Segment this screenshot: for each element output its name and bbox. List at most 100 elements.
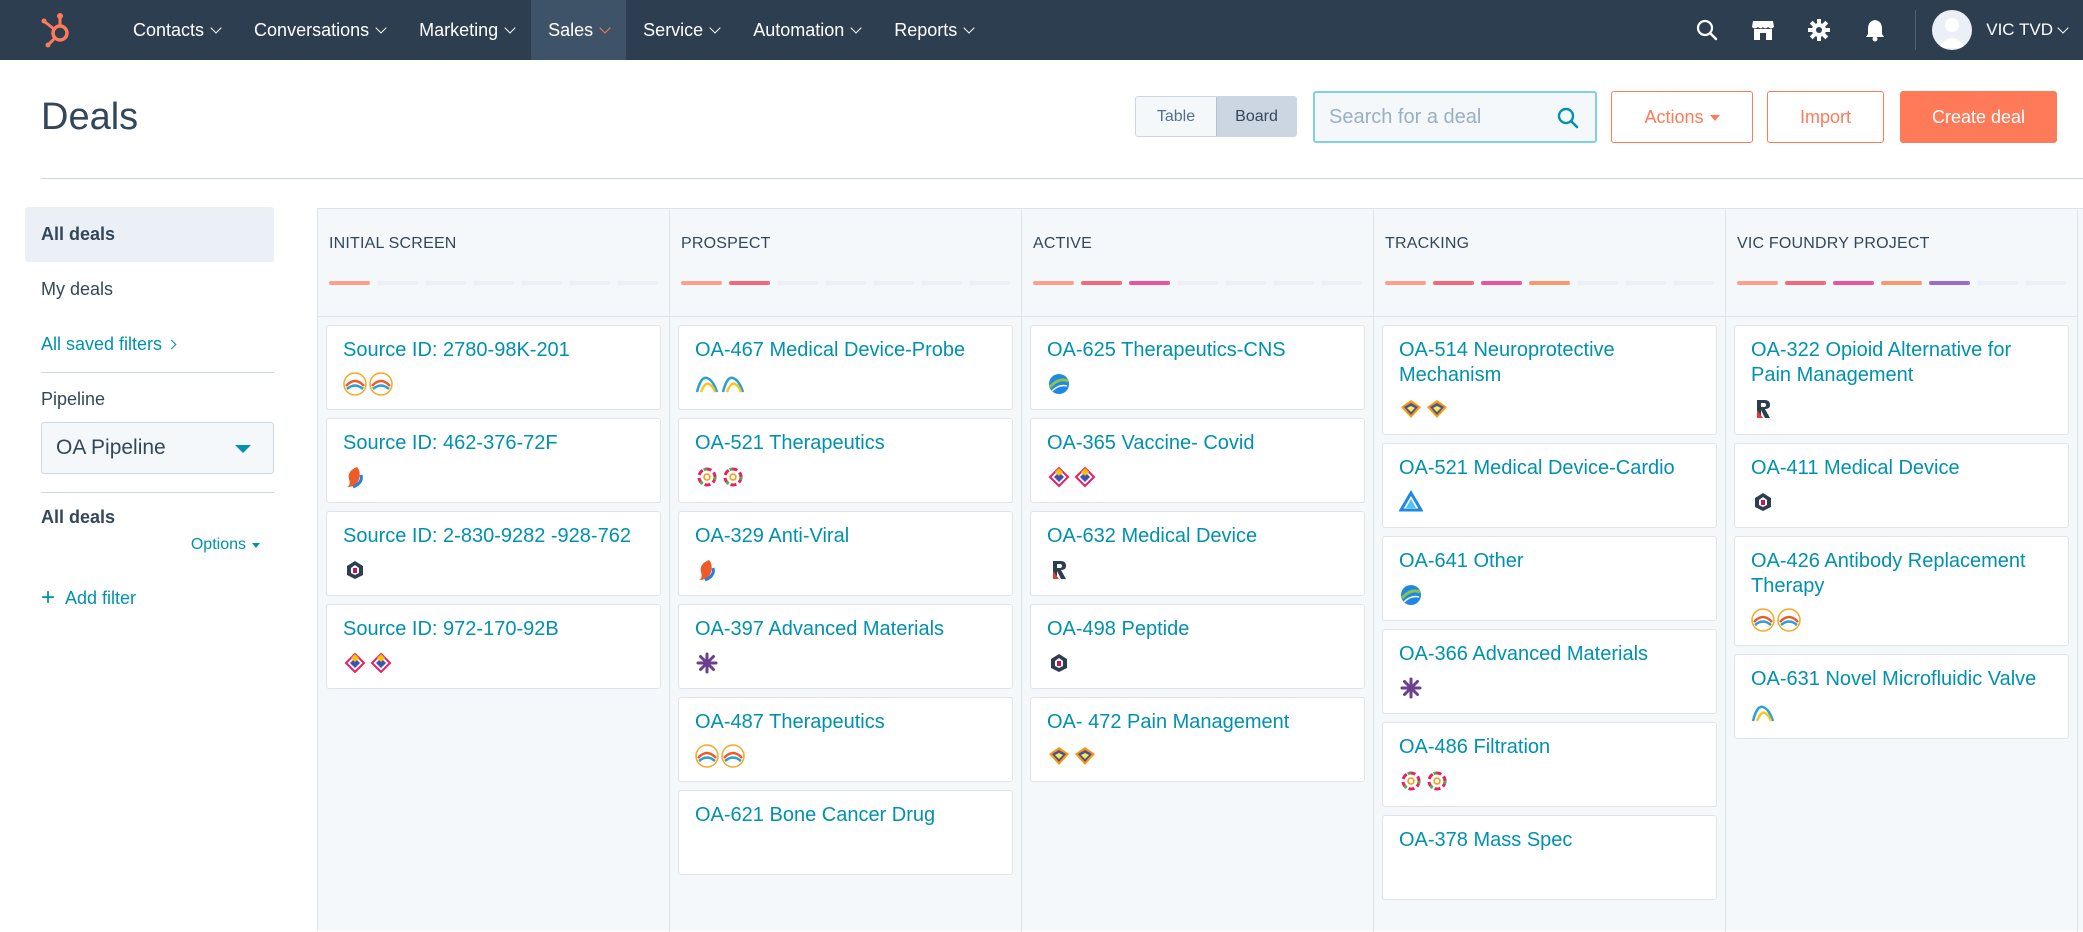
pipeline-select[interactable]: OA Pipeline (41, 422, 274, 474)
hubspot-logo-icon[interactable] (28, 0, 86, 60)
deal-card[interactable]: OA-378 Mass Spec (1382, 815, 1717, 900)
deal-name-link[interactable]: OA-514 Neuroprotective Mechanism (1399, 338, 1700, 388)
avatar[interactable] (1932, 10, 1973, 50)
company-diamond-icon (369, 651, 393, 675)
deal-name-link[interactable]: OA-632 Medical Device (1047, 524, 1348, 549)
company-sun-icon (369, 372, 393, 396)
deal-name-link[interactable]: Source ID: 2780-98K-201 (343, 338, 644, 363)
nav-item-conversations[interactable]: Conversations (237, 0, 402, 60)
deal-name-link[interactable]: Source ID: 462-376-72F (343, 431, 644, 456)
deal-card[interactable]: OA-498 Peptide (1030, 604, 1365, 689)
deal-card[interactable]: Source ID: 2-830-9282 -928-762 (326, 511, 661, 596)
nav-item-contacts[interactable]: Contacts (116, 0, 237, 60)
deal-card[interactable]: OA-467 Medical Device-Probe (678, 325, 1013, 410)
table-view-button[interactable]: Table (1136, 97, 1216, 136)
deal-name-link[interactable]: OA-625 Therapeutics-CNS (1047, 338, 1348, 363)
settings-gear-icon[interactable] (1791, 0, 1847, 60)
deal-card[interactable]: OA-322 Opioid Alternative for Pain Manag… (1734, 325, 2069, 435)
deal-card[interactable]: OA-621 Bone Cancer Drug (678, 790, 1013, 875)
sidebar-item-saved-filters[interactable]: All saved filters (25, 317, 274, 372)
company-diamond-icon (1073, 465, 1097, 489)
deal-card[interactable]: Source ID: 462-376-72F (326, 418, 661, 503)
progress-segment (1625, 281, 1666, 285)
deal-card[interactable]: OA- 472 Pain Management (1030, 697, 1365, 782)
sidebar-item-all-deals[interactable]: All deals (25, 207, 274, 262)
notifications-bell-icon[interactable] (1847, 0, 1903, 60)
sidebar-item-my-deals[interactable]: My deals (25, 262, 274, 317)
company-diamond-icon (1047, 465, 1071, 489)
deal-name-link[interactable]: OA-521 Medical Device-Cardio (1399, 456, 1700, 481)
deal-name-link[interactable]: OA-365 Vaccine- Covid (1047, 431, 1348, 456)
nav-item-marketing[interactable]: Marketing (402, 0, 531, 60)
deal-name-link[interactable]: OA-521 Therapeutics (695, 431, 996, 456)
deal-card[interactable]: OA-329 Anti-Viral (678, 511, 1013, 596)
deal-name-link[interactable]: OA- 472 Pain Management (1047, 710, 1348, 735)
deal-card[interactable]: OA-521 Medical Device-Cardio (1382, 443, 1717, 528)
company-sun-icon (721, 744, 745, 768)
deal-card[interactable]: OA-487 Therapeutics (678, 697, 1013, 782)
card-list: OA-625 Therapeutics-CNS OA-365 Vaccine- C… (1022, 317, 1373, 782)
progress-segment (873, 281, 914, 285)
deal-card[interactable]: OA-411 Medical Device (1734, 443, 2069, 528)
options-dropdown[interactable]: Options (25, 536, 274, 554)
nav-item-service[interactable]: Service (626, 0, 736, 60)
board-column: VIC FOUNDRY PROJECT OA-322 Opioid Alterna… (1726, 209, 2078, 932)
column-title: ACTIVE (1033, 235, 1092, 252)
deal-name-link[interactable]: OA-366 Advanced Materials (1399, 642, 1700, 667)
deal-card[interactable]: OA-521 Therapeutics (678, 418, 1013, 503)
deal-card[interactable]: OA-632 Medical Device (1030, 511, 1365, 596)
deal-card[interactable]: OA-514 Neuroprotective Mechanism (1382, 325, 1717, 435)
marketplace-icon[interactable] (1735, 0, 1791, 60)
deal-name-link[interactable]: OA-397 Advanced Materials (695, 617, 996, 642)
add-filter-button[interactable]: + Add filter (25, 584, 274, 612)
nav-item-sales[interactable]: Sales (531, 0, 627, 60)
progress-segment (1081, 281, 1122, 285)
deal-name-link[interactable]: OA-329 Anti-Viral (695, 524, 996, 549)
deal-card[interactable]: Source ID: 2780-98K-201 (326, 325, 661, 410)
progress-segment (1385, 281, 1426, 285)
deal-name-link[interactable]: OA-411 Medical Device (1751, 456, 2052, 481)
deal-name-link[interactable]: OA-631 Novel Microfluidic Valve (1751, 667, 2052, 692)
deal-name-link[interactable]: OA-621 Bone Cancer Drug (695, 803, 996, 828)
nav-item-reports[interactable]: Reports (877, 0, 990, 60)
stage-progress (329, 281, 658, 285)
deal-card[interactable]: OA-625 Therapeutics-CNS (1030, 325, 1365, 410)
deal-card[interactable]: OA-486 Filtration (1382, 722, 1717, 807)
nav-item-automation[interactable]: Automation (736, 0, 877, 60)
create-deal-button[interactable]: Create deal (1900, 91, 2057, 143)
deal-name-link[interactable]: OA-378 Mass Spec (1399, 828, 1700, 853)
user-name: VIC TVD (1986, 20, 2053, 39)
column-header: INITIAL SCREEN (318, 209, 669, 317)
actions-button[interactable]: Actions (1611, 91, 1753, 143)
deal-card[interactable]: OA-366 Advanced Materials (1382, 629, 1717, 714)
deal-card[interactable]: OA-397 Advanced Materials (678, 604, 1013, 689)
deal-card[interactable]: Source ID: 972-170-92B (326, 604, 661, 689)
company-logos (695, 464, 996, 490)
sidebar-divider (41, 492, 274, 493)
deal-card[interactable]: OA-631 Novel Microfluidic Valve (1734, 654, 2069, 739)
board-view-button[interactable]: Board (1216, 97, 1296, 136)
deal-name-link[interactable]: OA-486 Filtration (1399, 735, 1700, 760)
deal-search (1313, 91, 1597, 143)
deal-name-link[interactable]: OA-487 Therapeutics (695, 710, 996, 735)
progress-segment (617, 281, 658, 285)
deal-card[interactable]: OA-641 Other (1382, 536, 1717, 621)
deal-card[interactable]: OA-365 Vaccine- Covid (1030, 418, 1365, 503)
deal-board: INITIAL SCREEN Source ID: 2780-98K-201 Sou… (317, 208, 2083, 932)
company-logos (695, 650, 996, 676)
company-logos (343, 650, 644, 676)
nav-item-label: Service (643, 19, 704, 40)
deal-name-link[interactable]: OA-426 Antibody Replacement Therapy (1751, 549, 2052, 599)
search-icon[interactable] (1557, 107, 1579, 134)
search-icon[interactable] (1679, 0, 1735, 60)
user-menu[interactable]: VIC TVD (1986, 20, 2069, 40)
deal-name-link[interactable]: Source ID: 2-830-9282 -928-762 (343, 524, 644, 549)
search-input[interactable] (1329, 105, 1549, 129)
import-button[interactable]: Import (1767, 91, 1884, 143)
deal-card[interactable]: OA-426 Antibody Replacement Therapy (1734, 536, 2069, 646)
deal-name-link[interactable]: OA-322 Opioid Alternative for Pain Manag… (1751, 338, 2052, 388)
deal-name-link[interactable]: Source ID: 972-170-92B (343, 617, 644, 642)
deal-name-link[interactable]: OA-498 Peptide (1047, 617, 1348, 642)
deal-name-link[interactable]: OA-467 Medical Device-Probe (695, 338, 996, 363)
deal-name-link[interactable]: OA-641 Other (1399, 549, 1700, 574)
